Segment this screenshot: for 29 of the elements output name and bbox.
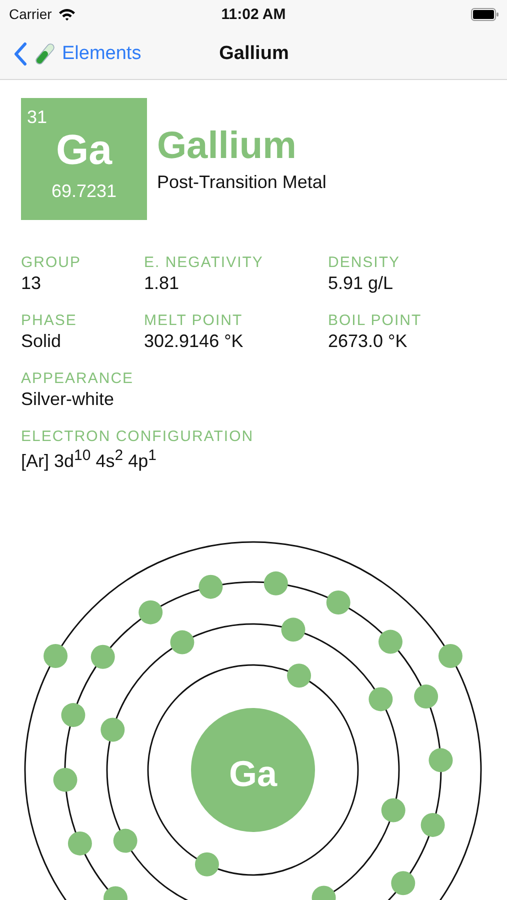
property-value: [Ar] 3d$^{10}$ 4s$^{2}$ 4p$^{1}$ — [21, 447, 158, 472]
property-label: MELT POINT — [144, 312, 244, 329]
property-value: Silver-white — [21, 389, 116, 410]
property-label: DENSITY — [328, 254, 402, 271]
carrier-label: Carrier — [9, 6, 52, 22]
property-label: PHASE — [21, 312, 78, 329]
property-label: APPEARANCE — [21, 370, 135, 387]
chevron-left-icon — [14, 42, 28, 66]
property-label: BOIL POINT — [328, 312, 423, 329]
property-value: 2673.0 °K — [328, 331, 408, 352]
property-label: ELECTRON CONFIGURATION — [21, 428, 255, 445]
element-symbol: Ga — [56, 126, 112, 174]
status-time: 11:02 AM — [221, 6, 286, 22]
back-button[interactable]: Elements — [14, 42, 142, 66]
property-label: GROUP — [21, 254, 82, 271]
battery-icon — [471, 8, 499, 20]
element-name: Gallium — [157, 125, 298, 168]
atomic-mass: 69.7231 — [51, 181, 117, 202]
property-label: E. NEGATIVITY — [144, 254, 264, 271]
atomic-number: 31 — [27, 107, 48, 128]
property-value: 1.81 — [144, 273, 180, 294]
element-category: Post-Transition Metal — [157, 172, 326, 193]
property-value: 302.9146 °K — [144, 331, 244, 352]
nucleus-symbol: Ga — [228, 753, 278, 795]
property-value: Solid — [21, 331, 62, 352]
property-value: 13 — [21, 273, 42, 294]
property-value: 5.91 g/L — [328, 273, 394, 294]
wifi-icon — [58, 8, 76, 20]
nav-title: Gallium — [219, 42, 289, 64]
